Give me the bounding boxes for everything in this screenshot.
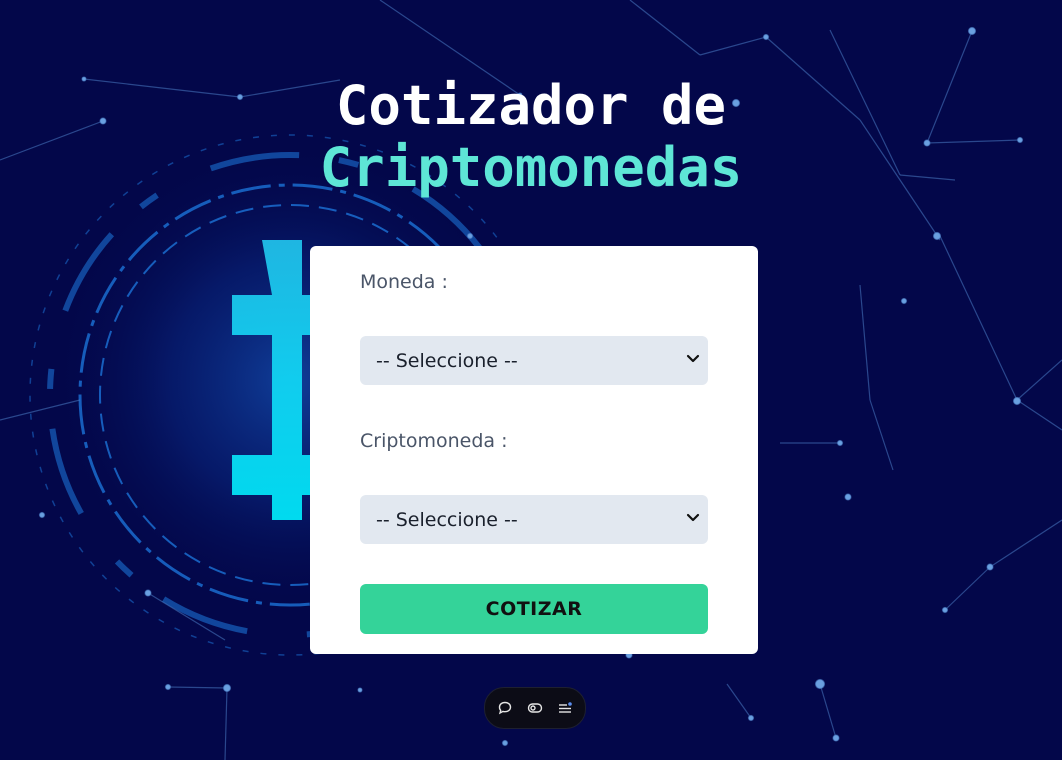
- floating-toolbar: [484, 687, 586, 729]
- currency-select[interactable]: -- Seleccione --: [360, 336, 708, 385]
- page-title-line1: Cotizador de: [335, 74, 727, 137]
- crypto-label: Criptomoneda :: [360, 430, 508, 452]
- currency-label: Moneda :: [360, 271, 448, 293]
- currency-select-value: -- Seleccione --: [376, 349, 518, 372]
- toggle-view-icon[interactable]: [527, 700, 543, 716]
- quote-form-card: Moneda : -- Seleccione -- Criptomoneda :…: [310, 246, 758, 654]
- chevron-down-icon: [686, 354, 700, 363]
- quote-button[interactable]: COTIZAR: [360, 584, 708, 634]
- menu-list-icon[interactable]: [557, 700, 573, 716]
- crypto-select-value: -- Seleccione --: [376, 508, 518, 531]
- page-title-line2: Criptomonedas: [319, 136, 743, 199]
- crypto-select[interactable]: -- Seleccione --: [360, 495, 708, 544]
- chat-bubble-icon[interactable]: [497, 700, 513, 716]
- chevron-down-icon: [686, 513, 700, 522]
